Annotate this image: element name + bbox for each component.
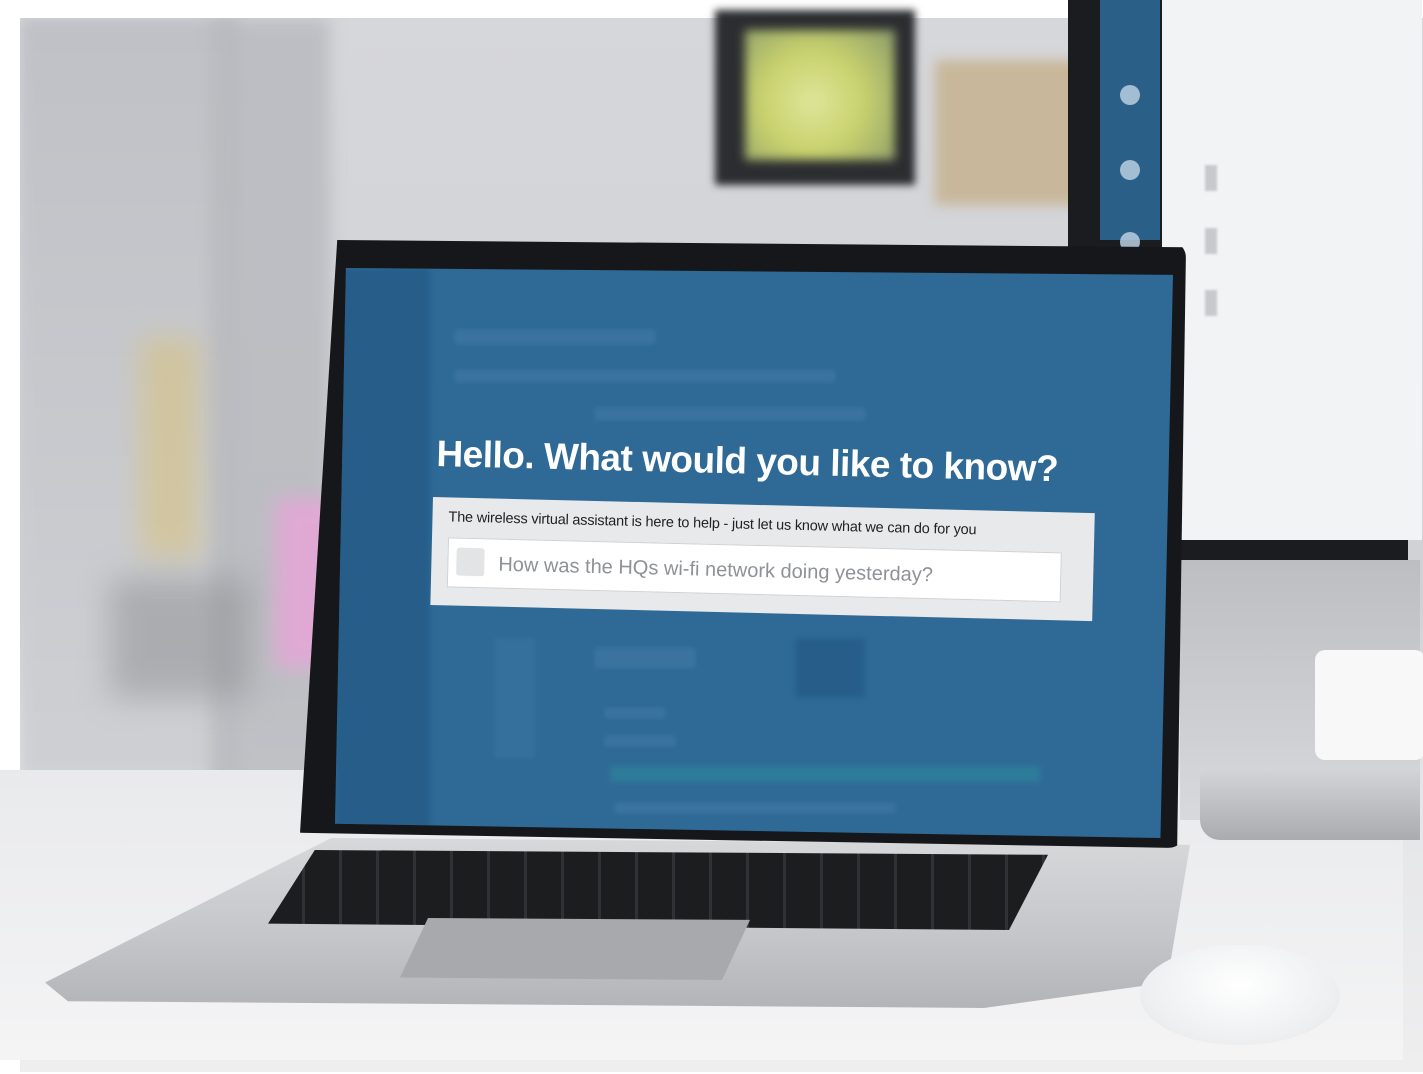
blurred-app-legend	[615, 803, 895, 813]
background-book	[140, 338, 200, 558]
monitor-sidebar	[1100, 0, 1160, 240]
lightbulb-icon[interactable]	[1120, 85, 1140, 105]
blurred-app-text	[605, 708, 665, 718]
blurred-app-chart	[595, 648, 695, 668]
assistant-subtitle: The wireless virtual assistant is here t…	[448, 509, 977, 539]
blurred-app-sidebar	[335, 268, 430, 838]
desk-cup	[1315, 650, 1423, 760]
blurred-progress-bar	[610, 766, 1040, 782]
blurred-app-text	[605, 736, 675, 746]
assistant-card: The wireless virtual assistant is here t…	[430, 497, 1095, 622]
assistant-search-box[interactable]	[446, 537, 1062, 604]
laptop-trackpad	[400, 918, 750, 980]
blurred-app-chart	[795, 638, 865, 698]
laptop-keyboard	[268, 850, 1048, 930]
monitor-list-marker	[1205, 228, 1217, 254]
background-object	[110, 578, 250, 698]
blurred-app-text	[455, 370, 835, 382]
search-icon	[456, 547, 485, 577]
computer-mouse	[1140, 945, 1340, 1045]
assistant-search-input[interactable]	[495, 539, 1061, 604]
monitor-list-marker	[1205, 290, 1217, 316]
location-icon[interactable]	[1120, 160, 1140, 180]
background-picture	[745, 30, 895, 160]
blurred-app-column	[495, 638, 535, 758]
monitor-base	[1200, 770, 1420, 840]
blurred-app-heading	[455, 330, 655, 344]
background-box	[935, 60, 1085, 205]
blurred-app-text	[595, 408, 865, 420]
monitor-screen	[1162, 0, 1422, 540]
monitor-list-marker	[1205, 165, 1217, 191]
